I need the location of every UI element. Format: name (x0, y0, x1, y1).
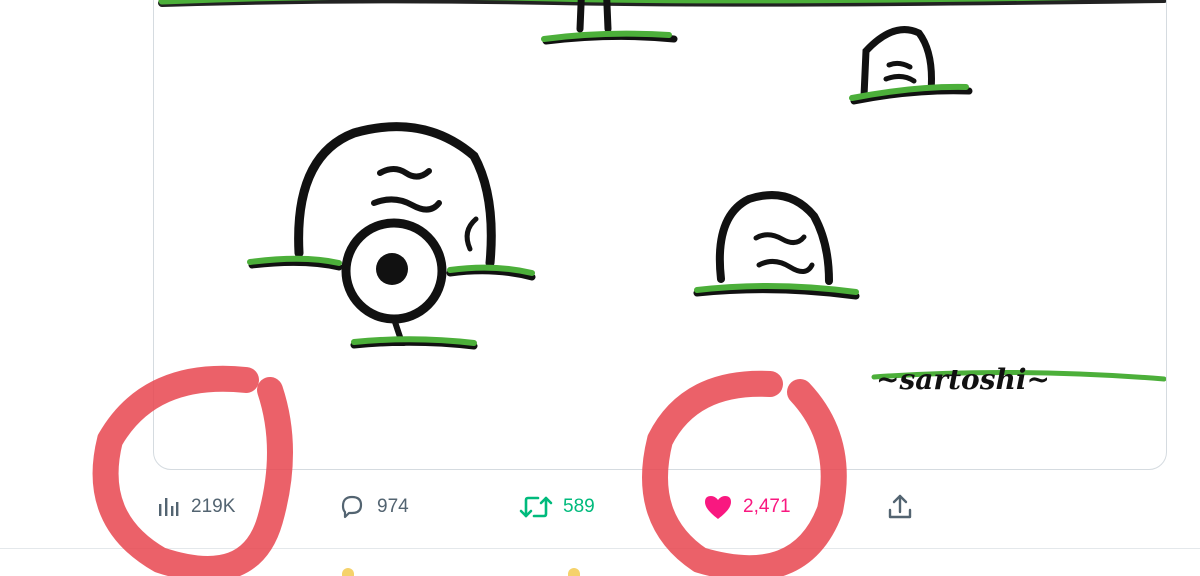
like-count: 2,471 (743, 496, 791, 517)
reply-bubble-icon (337, 492, 367, 522)
heart-filled-icon (703, 493, 733, 521)
tweet-action-bar: 219K 974 589 2,471 (0, 484, 1200, 530)
like-button[interactable]: 2,471 (703, 484, 791, 530)
tweet-media-image[interactable]: ~sartoshi~ (153, 0, 1167, 470)
next-tweet-avatar-edge (568, 568, 580, 576)
retweet-icon (519, 492, 553, 522)
signature-text: ~sartoshi~ (876, 363, 1050, 396)
retweet-button[interactable]: 589 (519, 484, 595, 530)
views-count: 219K (191, 496, 236, 517)
tweet-divider (0, 548, 1200, 549)
mfer-graveyard-drawing: ~sartoshi~ (158, 0, 1166, 396)
share-upload-icon (886, 492, 914, 522)
reply-button[interactable]: 974 (337, 484, 409, 530)
reply-count: 974 (377, 496, 409, 517)
retweet-count: 589 (563, 496, 595, 517)
views-button[interactable]: 219K (155, 484, 235, 530)
next-tweet-avatar-edge (342, 568, 354, 576)
views-bar-chart-icon (155, 494, 181, 520)
share-button[interactable] (886, 484, 914, 530)
